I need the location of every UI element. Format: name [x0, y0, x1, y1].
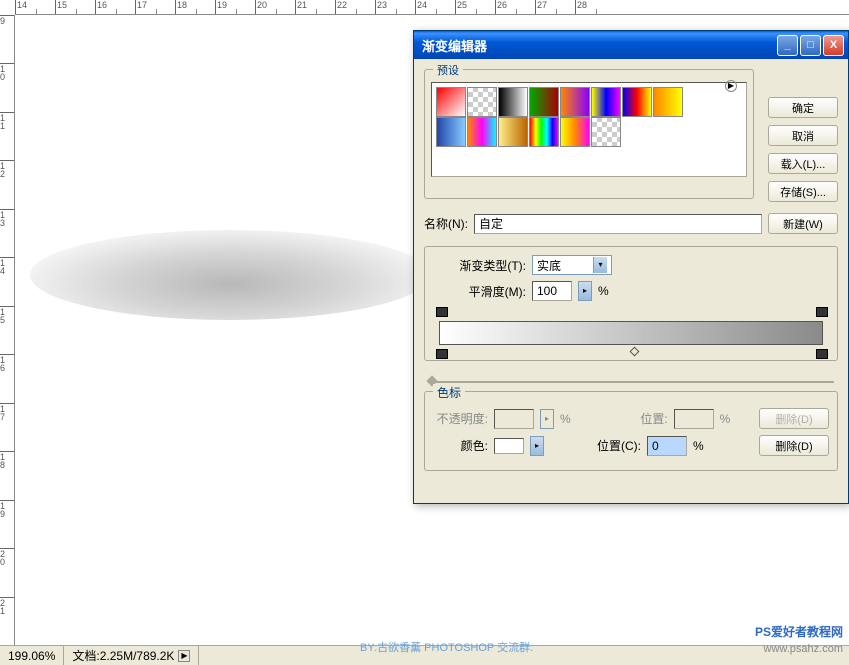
position-label: 位置: [613, 410, 668, 427]
chevron-down-icon: ▾ [593, 257, 607, 273]
color-label: 颜色: [433, 437, 488, 454]
percent-label: % [598, 284, 609, 298]
smoothness-label: 平滑度(M): [451, 283, 526, 300]
preset-swatch[interactable] [560, 117, 590, 147]
color-swatch[interactable] [494, 438, 524, 454]
opacity-stop-right[interactable] [816, 307, 826, 321]
preset-swatch[interactable] [467, 87, 497, 117]
gradient-bar[interactable] [439, 321, 823, 345]
preset-menu-icon[interactable]: ▶ [725, 80, 737, 92]
opacity-position-input [674, 409, 714, 429]
presets-legend: 预设 [433, 62, 463, 78]
color-picker-arrow[interactable]: ▸ [530, 436, 544, 456]
preset-swatch[interactable] [529, 87, 559, 117]
gradient-editor-dialog: 渐变编辑器 _ □ X 确定 取消 载入(L)... 存储(S)... 预设 ▶… [413, 30, 849, 504]
dialog-title: 渐变编辑器 [418, 36, 775, 55]
smoothness-input[interactable] [532, 281, 572, 301]
section-divider [428, 381, 834, 383]
opacity-spinner: ▸ [540, 409, 554, 429]
watermark-site: PS爱好者教程网 [755, 623, 843, 640]
watermark-credit: BY:古欲香薰 PHOTOSHOP 交流群: [360, 639, 533, 655]
zoom-level[interactable]: 199.06% [0, 646, 64, 665]
new-button[interactable]: 新建(W) [768, 213, 838, 234]
name-input[interactable] [474, 214, 762, 234]
ok-button[interactable]: 确定 [768, 97, 838, 118]
stops-legend: 色标 [433, 384, 465, 401]
position-label-c: 位置(C): [586, 437, 641, 454]
opacity-input [494, 409, 534, 429]
preset-swatch[interactable] [622, 87, 652, 117]
color-stop-right[interactable] [816, 345, 826, 359]
chevron-right-icon[interactable]: ▶ [178, 650, 190, 662]
midpoint-diamond[interactable] [630, 347, 640, 357]
watermark-url: www.psahz.com [764, 643, 843, 655]
preset-swatch[interactable] [529, 117, 559, 147]
preset-swatch[interactable] [591, 87, 621, 117]
gradient-ellipse-shape[interactable] [30, 230, 430, 320]
preset-swatch[interactable] [498, 87, 528, 117]
cancel-button[interactable]: 取消 [768, 125, 838, 146]
delete-color-button[interactable]: 删除(D) [759, 435, 829, 456]
save-button[interactable]: 存储(S)... [768, 181, 838, 202]
document-info[interactable]: 文档:2.25M/789.2K ▶ [64, 646, 199, 665]
preset-swatch[interactable] [467, 117, 497, 147]
opacity-stop-left[interactable] [436, 307, 446, 321]
color-stop-left[interactable] [436, 345, 446, 359]
preset-swatch[interactable] [436, 117, 466, 147]
preset-swatch[interactable] [436, 87, 466, 117]
color-position-input[interactable] [647, 436, 687, 456]
preset-swatch[interactable] [560, 87, 590, 117]
delete-opacity-button: 删除(D) [759, 408, 829, 429]
preset-swatch[interactable] [653, 87, 683, 117]
load-button[interactable]: 载入(L)... [768, 153, 838, 174]
close-button[interactable]: X [823, 35, 844, 56]
minimize-button[interactable]: _ [777, 35, 798, 56]
horizontal-ruler: 141516171819202122232425262728 [15, 0, 849, 15]
dialog-titlebar[interactable]: 渐变编辑器 _ □ X [414, 31, 848, 59]
gradient-type-select[interactable]: 实底▾ [532, 255, 612, 275]
preset-swatch[interactable] [498, 117, 528, 147]
smoothness-spinner[interactable]: ▸ [578, 281, 592, 301]
preset-swatches[interactable] [431, 82, 747, 177]
vertical-ruler: 9101112131415161718192021 [0, 15, 15, 645]
name-label: 名称(N): [424, 215, 468, 232]
opacity-label: 不透明度: [433, 410, 488, 427]
maximize-button[interactable]: □ [800, 35, 821, 56]
preset-swatch[interactable] [591, 117, 621, 147]
gradient-type-label: 渐变类型(T): [451, 257, 526, 274]
